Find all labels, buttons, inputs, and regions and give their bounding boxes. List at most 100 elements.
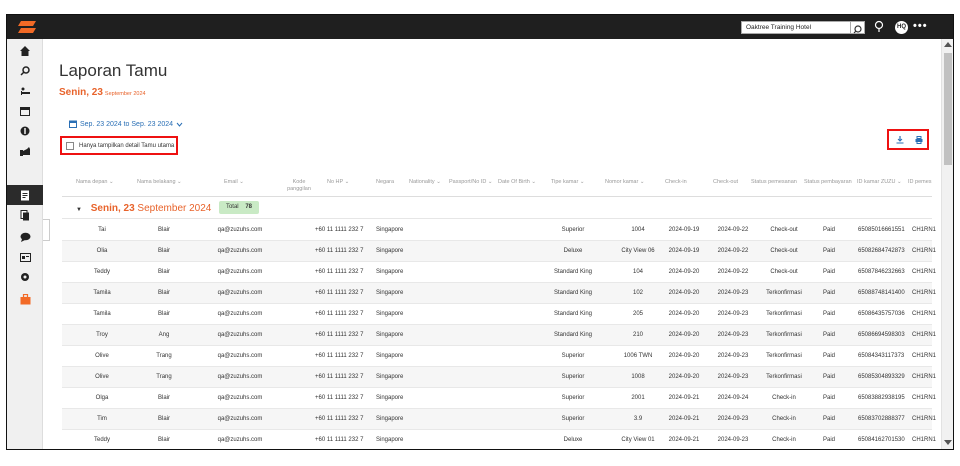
column-header-calling-code[interactable]: Kode panggilan <box>284 179 314 193</box>
vertical-scrollbar[interactable] <box>941 39 953 449</box>
sidebar-item-messages[interactable] <box>7 227 43 247</box>
column-header-booking-id[interactable]: ID pemes <box>908 179 932 186</box>
column-header-label: ID kamar ZUZU <box>857 179 896 185</box>
gear-icon <box>21 273 29 281</box>
cell-check-out: 2024-09-23 <box>717 332 749 338</box>
cell-first-name: Teddy <box>93 437 110 443</box>
sidebar-item-sales[interactable] <box>7 141 43 161</box>
home-icon <box>20 46 30 56</box>
money-icon <box>20 126 30 136</box>
column-header-label: Passport/No ID <box>449 179 487 185</box>
calendar-small-icon <box>69 120 77 128</box>
avatar[interactable]: HQ <box>895 21 908 34</box>
logo-icon[interactable] <box>17 20 37 34</box>
bed-icon <box>20 87 30 95</box>
table-row[interactable]: Troy Ang qa@zuzuhs.com +60 11 1111 232 7 Sin… <box>62 325 936 346</box>
sidebar-item-documents[interactable] <box>7 205 43 225</box>
bulb-icon[interactable] <box>873 20 885 34</box>
sidebar-item-cards[interactable] <box>7 247 43 267</box>
sidebar-item-reports[interactable] <box>7 185 43 205</box>
table-row[interactable]: Olive Trang qa@zuzuhs.com +60 11 1111 232 7… <box>62 367 936 388</box>
cell-phone: +60 11 1111 232 7 <box>315 374 364 380</box>
column-header-room-number[interactable]: Nomor kamar ⌄ <box>605 179 644 186</box>
top-bar: Oaktree Training Hotel HQ ••• <box>7 15 953 39</box>
cell-check-in: 2024-09-21 <box>668 437 700 443</box>
table-row[interactable]: Tai Blair qa@zuzuhs.com +60 11 1111 232 7 Si… <box>62 220 936 241</box>
column-header-label: Nama belakang <box>137 179 176 185</box>
cell-check-out: 2024-09-24 <box>717 395 749 401</box>
sidebar-item-finance[interactable] <box>7 121 43 141</box>
table-row[interactable]: Tamila Blair qa@zuzuhs.com +60 11 1111 232 … <box>62 304 936 325</box>
date-group-row[interactable]: ▼ Senin, 23 September 2024 Total 78 <box>62 198 932 219</box>
cell-check-in: 2024-09-20 <box>668 332 700 338</box>
column-header-zuzu-room-id[interactable]: ID kamar ZUZU ⌄ <box>857 179 902 186</box>
cell-email: qa@zuzuhs.com <box>217 353 263 359</box>
column-header-label: Nationality <box>409 179 435 185</box>
column-header-date-of-birth[interactable]: Date Of Birth ⌄ <box>498 179 536 186</box>
hotel-search-input[interactable]: Oaktree Training Hotel <box>741 21 865 34</box>
sidebar-item-housekeeping[interactable] <box>7 81 43 101</box>
column-header-phone[interactable]: No HP ⌄ <box>327 179 349 186</box>
table-row[interactable]: Teddy Blair qa@zuzuhs.com +60 11 1111 232 7… <box>62 262 936 283</box>
scroll-up-icon[interactable] <box>944 42 952 47</box>
column-header-check-out[interactable]: Check-out <box>713 179 738 186</box>
column-header-country[interactable]: Negara <box>376 179 394 186</box>
sidebar-item-calendar[interactable] <box>7 101 43 121</box>
column-header-email[interactable]: Email ⌄ <box>224 179 244 186</box>
cell-first-name: Olive <box>95 353 109 359</box>
sidebar-item-home[interactable] <box>7 41 43 61</box>
table-row[interactable]: Olia Blair qa@zuzuhs.com +60 11 1111 232 7 S… <box>62 241 936 262</box>
cell-email: qa@zuzuhs.com <box>217 227 263 233</box>
cell-room-type: Superior <box>561 353 585 359</box>
column-header-payment-status[interactable]: Status pembayaran <box>804 179 852 186</box>
column-header-label: Check-in <box>665 179 687 185</box>
cell-zuzu-room-id: 65086694598303 <box>858 332 905 338</box>
bag-icon <box>20 293 30 304</box>
column-header-label: Check-out <box>713 179 739 185</box>
cell-booking-status: Terkonfirmasi <box>766 353 802 359</box>
table-row[interactable]: Olga Blair qa@zuzuhs.com +60 11 1111 232 7 S… <box>62 388 936 409</box>
table-row[interactable]: Tim Blair qa@zuzuhs.com +60 11 1111 232 7 Si… <box>62 409 936 430</box>
hotel-search-button[interactable] <box>850 21 865 34</box>
download-icon[interactable] <box>896 136 904 144</box>
primary-guest-checkbox[interactable] <box>66 141 74 150</box>
cell-last-name: Trang <box>156 353 172 359</box>
scrollbar-thumb[interactable] <box>944 53 952 165</box>
date-range-picker[interactable]: Sep. 23 2024 to Sep. 23 2024 <box>69 120 183 128</box>
sidebar-collapse-handle[interactable] <box>43 219 50 241</box>
cell-booking-status: Check-out <box>770 227 798 233</box>
column-header-first-name[interactable]: Nama depan ⌄ <box>76 179 114 186</box>
cell-room-type: Superior <box>561 395 585 401</box>
column-header-booking-status[interactable]: Status pemesanan <box>751 179 797 186</box>
cell-room-number: 1004 <box>631 227 645 233</box>
print-icon[interactable] <box>915 136 923 144</box>
cell-last-name: Blair <box>157 437 170 443</box>
sidebar-item-settings[interactable] <box>7 267 43 287</box>
scroll-down-icon[interactable] <box>944 440 952 445</box>
sidebar-item-search[interactable] <box>7 61 43 81</box>
table-row[interactable]: Tamila Blair qa@zuzuhs.com +60 11 1111 232 … <box>62 283 936 304</box>
more-menu-button[interactable]: ••• <box>913 20 928 32</box>
cell-email: qa@zuzuhs.com <box>217 437 263 443</box>
column-header-last-name[interactable]: Nama belakang ⌄ <box>137 179 182 186</box>
cell-email: qa@zuzuhs.com <box>217 332 263 338</box>
cell-last-name: Blair <box>157 395 170 401</box>
column-header-nationality[interactable]: Nationality ⌄ <box>409 179 441 186</box>
cell-booking-status: Check-in <box>772 395 796 401</box>
cell-room-number: 102 <box>632 290 643 296</box>
table-header: Nama depan ⌄ Nama belakang ⌄ Email ⌄ Kod… <box>62 175 932 197</box>
hand-icon <box>19 147 30 156</box>
cell-booking-status: Terkonfirmasi <box>766 374 802 380</box>
sidebar-item-marketplace[interactable] <box>7 289 43 309</box>
cell-first-name: Olga <box>95 395 109 401</box>
cell-payment-status: Paid <box>822 290 835 296</box>
column-header-check-in[interactable]: Check-in <box>665 179 687 186</box>
table-row[interactable]: Olive Trang qa@zuzuhs.com +60 11 1111 232 7… <box>62 346 936 367</box>
table-row[interactable]: Teddy Blair qa@zuzuhs.com +60 11 1111 232 7… <box>62 430 936 449</box>
group-day: Senin, 23 <box>90 203 135 214</box>
collapse-triangle-icon[interactable]: ▼ <box>76 207 82 213</box>
cell-phone: +60 11 1111 232 7 <box>315 248 364 254</box>
column-header-passport[interactable]: Passport/No ID ⌄ <box>449 179 492 186</box>
column-header-room-type[interactable]: Tipe kamar ⌄ <box>551 179 584 186</box>
column-header-label: Kode panggilan <box>287 179 311 192</box>
